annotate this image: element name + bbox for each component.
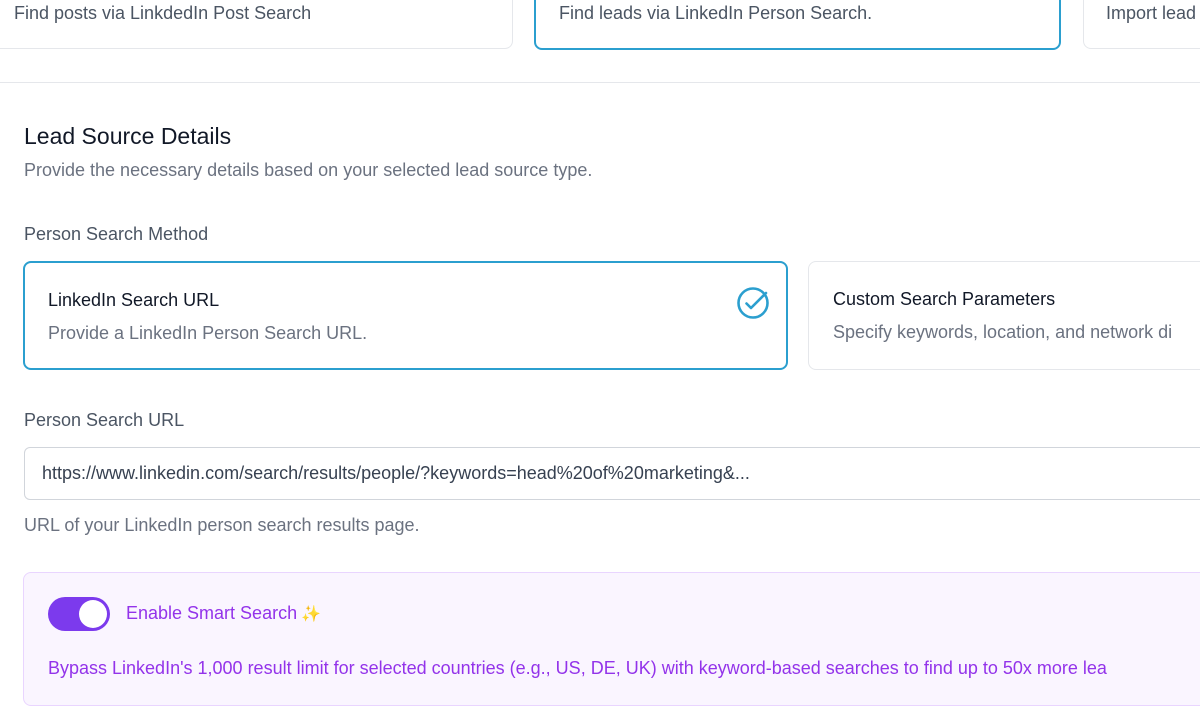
source-type-import-description: Import lead [1106,3,1197,23]
toggle-knob [79,600,107,628]
smart-search-label: Enable Smart Search ✨ [126,603,321,624]
method-option-description: Provide a LinkedIn Person Search URL. [48,323,368,343]
person-search-url-input[interactable] [24,447,1200,500]
source-type-person-search-description: Find leads via LinkedIn Person Search. [559,3,873,23]
method-option-custom-search-parameters[interactable]: Custom Search Parameters Specify keyword… [808,261,1200,370]
method-option-description: Specify keywords, location, and network … [833,322,1173,342]
person-search-url-hint: URL of your LinkedIn person search resul… [24,515,420,535]
smart-search-panel: Enable Smart Search ✨ Bypass LinkedIn's 1… [23,572,1200,706]
sparkles-icon: ✨ [301,606,322,623]
source-type-post-search-card[interactable]: Find posts via LinkdedIn Post Search [0,0,513,49]
person-search-method-label: Person Search Method [24,224,209,244]
section-title: Lead Source Details [24,123,232,149]
section-subtitle: Provide the necessary details based on y… [24,160,593,180]
source-type-post-search-description: Find posts via LinkdedIn Post Search [14,3,312,23]
method-option-title: LinkedIn Search URL [48,290,220,310]
check-circle-icon [737,287,769,319]
smart-search-description: Bypass LinkedIn's 1,000 result limit for… [48,658,1107,678]
person-search-url-label: Person Search URL [24,410,185,430]
section-divider [0,82,1200,83]
method-option-title: Custom Search Parameters [833,289,1056,309]
source-type-import-card[interactable]: Import lead [1083,0,1200,49]
source-type-person-search-card[interactable]: Find leads via LinkedIn Person Search. [534,0,1061,50]
smart-search-toggle[interactable] [48,597,110,631]
smart-search-label-text: Enable Smart Search [126,603,298,623]
method-option-linkedin-search-url[interactable]: LinkedIn Search URL Provide a LinkedIn P… [23,261,788,370]
